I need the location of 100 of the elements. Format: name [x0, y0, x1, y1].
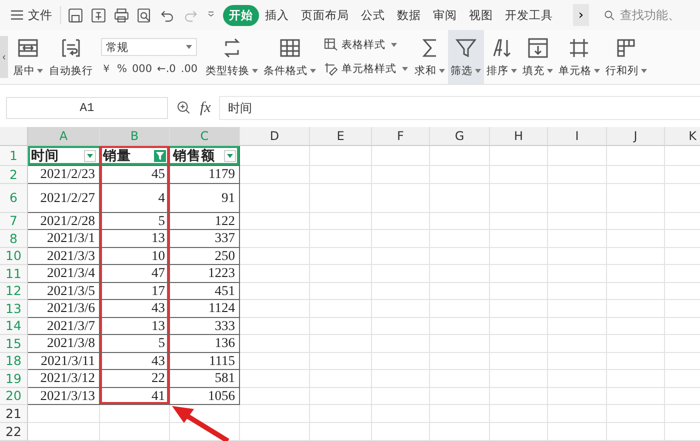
empty-cell: [490, 335, 548, 352]
empty-cell: [310, 370, 372, 388]
caret-icon[interactable]: [390, 43, 397, 47]
number-format-button[interactable]: ←.0: [157, 63, 176, 75]
filter-dropdown-icon[interactable]: [224, 150, 236, 162]
ribbon-tab[interactable]: 视图: [463, 4, 499, 26]
ribbon-button[interactable]: 排序: [484, 30, 520, 84]
column-header[interactable]: I: [548, 127, 607, 146]
row-header[interactable]: 22: [0, 423, 28, 441]
empty-cell: [490, 370, 548, 388]
file-menu[interactable]: 文件: [8, 4, 54, 26]
name-box[interactable]: A1: [6, 97, 168, 119]
ribbon-button[interactable]: 填充: [520, 30, 556, 84]
number-format-button[interactable]: .00: [180, 63, 198, 75]
formula-field[interactable]: 时间: [218, 96, 700, 120]
empty-cell: [310, 265, 372, 282]
ribbon-button[interactable]: 表格样式: [322, 37, 408, 53]
filter-dropdown-icon[interactable]: [84, 150, 96, 162]
empty-cell: [490, 184, 548, 212]
empty-cell: [240, 282, 310, 300]
column-header[interactable]: G: [430, 127, 490, 146]
number-format-button[interactable]: ￥: [101, 62, 112, 76]
empty-cell: [607, 212, 665, 230]
caret-icon[interactable]: [640, 69, 647, 73]
row-header[interactable]: 21: [0, 405, 28, 423]
tab-scroll-button[interactable]: ›: [573, 4, 589, 26]
save-icon[interactable]: [67, 6, 84, 24]
table-cell: 41: [100, 388, 170, 405]
column-header[interactable]: E: [310, 127, 372, 146]
empty-cell: [430, 230, 490, 248]
caret-icon[interactable]: [594, 69, 600, 73]
ribbon-button[interactable]: 类型转换: [202, 30, 261, 84]
preview-icon[interactable]: [136, 6, 153, 24]
empty-cell: [372, 184, 430, 212]
caret-icon[interactable]: [186, 45, 192, 49]
ribbon-button[interactable]: 单元格样式: [322, 61, 408, 77]
caret-icon[interactable]: [310, 69, 316, 73]
table-cell: 2021/2/28: [28, 212, 100, 230]
ribbon-tab[interactable]: 公式: [355, 4, 391, 26]
zoom-icon[interactable]: [176, 100, 192, 116]
ribbon-button[interactable]: 求和: [412, 30, 448, 84]
empty-cell: [430, 370, 490, 388]
number-format-button[interactable]: 000: [132, 63, 152, 75]
table-style-icon[interactable]: [322, 37, 339, 53]
empty-cell: [240, 370, 310, 388]
empty-cell: [607, 423, 665, 441]
ribbon-button[interactable]: 条件格式: [260, 30, 319, 84]
ribbon-button[interactable]: 居中: [10, 30, 46, 84]
caret-icon[interactable]: [37, 69, 43, 73]
caret-icon[interactable]: [474, 69, 481, 73]
number-format-dropdown[interactable]: 常规: [101, 38, 197, 56]
ribbon-button[interactable]: 行和列: [602, 30, 650, 84]
column-header[interactable]: J: [607, 127, 665, 146]
empty-cell: [607, 405, 665, 423]
header-cell: 时间: [28, 146, 100, 166]
empty-cell: [430, 388, 490, 405]
table-cell: 2021/3/6: [28, 300, 100, 318]
caret-icon[interactable]: [546, 69, 553, 73]
column-header[interactable]: F: [372, 127, 430, 146]
empty-cell: [607, 388, 665, 405]
empty-cell: [607, 282, 665, 300]
table-cell: 136: [170, 335, 240, 352]
cell-style-icon[interactable]: [322, 61, 339, 77]
filter-active-icon[interactable]: [154, 150, 166, 162]
empty-cell: [430, 146, 490, 166]
empty-cell: [372, 248, 430, 265]
number-format-button[interactable]: %: [117, 63, 127, 75]
search-icon[interactable]: [603, 8, 616, 22]
print-icon[interactable]: [113, 6, 130, 24]
ribbon-scroll-button[interactable]: ‹: [0, 36, 8, 78]
caret-icon[interactable]: [402, 67, 408, 71]
ribbon-button[interactable]: 自动换行: [46, 30, 96, 84]
empty-cell: [310, 405, 372, 423]
empty-cell: [430, 184, 490, 212]
ribbon-button[interactable]: 筛选: [448, 30, 484, 84]
ribbon-tab[interactable]: 审阅: [427, 4, 463, 26]
function-button[interactable]: fx: [200, 100, 211, 116]
ribbon-tab[interactable]: 页面布局: [295, 4, 355, 26]
table-cell: 10: [100, 248, 170, 265]
empty-cell: [607, 184, 665, 212]
column-header[interactable]: H: [490, 127, 548, 146]
empty-cell: [548, 248, 607, 265]
empty-cell: [430, 335, 490, 352]
ribbon-tab[interactable]: 插入: [259, 4, 295, 26]
empty-cell: [372, 335, 430, 352]
ribbon-button[interactable]: 单元格: [556, 30, 603, 84]
ribbon-tab[interactable]: 开发工具: [499, 4, 559, 26]
table-cell: 1115: [170, 352, 240, 370]
column-header[interactable]: D: [240, 127, 310, 146]
caret-icon[interactable]: [252, 69, 258, 73]
empty-cell: [372, 423, 430, 441]
caret-icon[interactable]: [510, 69, 517, 73]
menu-icon[interactable]: [10, 9, 24, 21]
caret-icon[interactable]: [438, 69, 445, 73]
empty-cell: [607, 370, 665, 388]
column-header[interactable]: K: [665, 127, 700, 146]
table-cell: 1124: [170, 300, 240, 318]
empty-cell: [372, 352, 430, 370]
ribbon-tab[interactable]: 数据: [391, 4, 427, 26]
table-cell: 2021/2/27: [28, 184, 100, 212]
